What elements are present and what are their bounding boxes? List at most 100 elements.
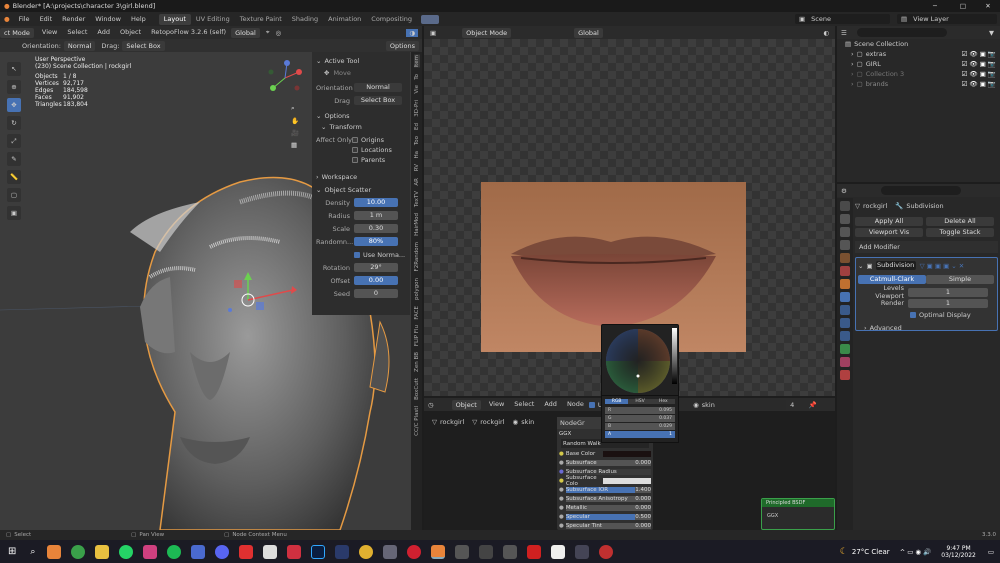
overlay-icon[interactable]: ◑ (406, 28, 418, 37)
menu-file[interactable]: File (14, 12, 35, 26)
clock[interactable]: 9:47 PM 03/12/2022 (941, 545, 976, 559)
tab-to[interactable]: To (414, 74, 420, 80)
delete-all-button[interactable]: Delete All (926, 216, 994, 226)
locations-checkbox[interactable] (352, 147, 358, 153)
tab-edit[interactable]: Ed (414, 123, 420, 130)
taskbar-app-icon-b[interactable] (479, 544, 494, 559)
taskbar-photoshop-icon[interactable] (311, 544, 326, 559)
cursor-tool-icon[interactable]: ⊕ (7, 80, 21, 94)
pin-icon[interactable]: 📌 (809, 401, 817, 409)
taskbar-search-icon[interactable]: ⌕ (30, 547, 35, 557)
blue-field[interactable]: B 0.029 (605, 423, 675, 430)
particles-tab-icon[interactable] (840, 305, 850, 315)
menu-render[interactable]: Render (57, 12, 90, 26)
tab-layout[interactable]: Layout (158, 14, 191, 25)
drag-field[interactable]: Select Box (354, 96, 402, 105)
levels-viewport-field[interactable]: 1 (908, 287, 988, 297)
tab-compositing[interactable]: Compositing (366, 14, 417, 25)
material-tab-icon[interactable] (840, 357, 850, 367)
seed-field[interactable]: 0 (354, 289, 398, 298)
color-wheel[interactable] (605, 328, 671, 394)
tab-polygon[interactable]: polygon (414, 278, 420, 300)
randomness-field[interactable]: 80% (354, 237, 398, 246)
tab-cc-plastic[interactable]: CC/C Plastl (414, 406, 420, 436)
node-menu-add[interactable]: Add (539, 398, 562, 411)
properties-type-icon[interactable]: ⚙ (841, 187, 847, 195)
blender-menu-icon[interactable]: ● (0, 15, 14, 23)
view-layer-selector[interactable]: ▤ View Layer (897, 14, 997, 24)
apply-all-button[interactable]: Apply All (855, 216, 923, 226)
outliner-item-girl[interactable]: › ▢ GIRL ☑ 👁 ▣ 📷 (837, 59, 1000, 69)
tab-textv[interactable]: TexTV (414, 191, 420, 207)
scale-field[interactable]: 0.30 (354, 224, 398, 233)
close-button[interactable]: ✕ (978, 0, 998, 12)
taskbar-instagram-icon[interactable] (143, 544, 158, 559)
tab-zen-bb[interactable]: Zen BB (414, 352, 420, 372)
image-tool-icon[interactable]: ▣ (7, 206, 21, 220)
object-tab-icon[interactable] (840, 279, 850, 289)
proportional-edit-icon[interactable]: ◎ (276, 29, 282, 37)
tab-item[interactable]: Item (413, 55, 420, 68)
offset-field[interactable]: 0.00 (354, 276, 398, 285)
taskbar-app-white-icon[interactable] (263, 544, 278, 559)
outliner-search[interactable] (856, 28, 947, 37)
measure-tool-icon[interactable]: 📏 (7, 170, 21, 184)
node-row-4[interactable]: ● Subsurface Anisotropy 0.000 (557, 494, 653, 503)
node-menu-view[interactable]: View (484, 398, 509, 411)
windows-start-icon[interactable]: ⊞ (8, 546, 16, 557)
tab-view[interactable]: Vie (414, 85, 420, 94)
taskbar-settings-icon[interactable] (575, 544, 590, 559)
color-picker-popup[interactable] (601, 324, 679, 396)
active-tool-header[interactable]: ⌄ Active Tool (316, 55, 406, 66)
render-tab-icon[interactable] (840, 214, 850, 224)
radius-field[interactable]: 1 m (354, 211, 398, 220)
scene-selector[interactable]: ▣ Scene (795, 14, 890, 24)
texture-tab-icon[interactable] (840, 370, 850, 380)
orientation-dropdown[interactable]: Normal (63, 40, 96, 51)
taskbar-app-grey-icon[interactable] (383, 544, 398, 559)
minimize-button[interactable]: ─ (925, 0, 945, 12)
toggle-stack-button[interactable]: Toggle Stack (926, 227, 994, 237)
tab-animation[interactable]: Animation (323, 14, 366, 25)
taskbar-explorer-icon[interactable] (95, 544, 110, 559)
catmull-clark-button[interactable]: Catmull-Clark (858, 274, 926, 284)
options-header[interactable]: ⌄ Options (316, 110, 406, 121)
rgb-tab[interactable]: RGB (605, 399, 629, 404)
snap-icon[interactable]: ⌖ (266, 28, 270, 37)
properties-search[interactable] (880, 186, 961, 195)
transform-orientation-dropdown[interactable]: Global (231, 27, 260, 38)
tab-f2random[interactable]: F2Random (414, 242, 420, 271)
taskbar-photoshop-express-icon[interactable] (191, 544, 206, 559)
workspace-header[interactable]: › Workspace (316, 171, 406, 182)
camera-icon[interactable]: 🎥 (291, 129, 303, 137)
node-editor-type-icon[interactable]: ◷ (428, 401, 434, 409)
tab-face[interactable]: FACE (414, 306, 420, 320)
taskbar-app-icon-c[interactable] (503, 544, 518, 559)
red-field[interactable]: R 0.095 (605, 407, 675, 414)
value-slider[interactable] (672, 328, 677, 384)
output-tab-icon[interactable] (840, 227, 850, 237)
node-object-dropdown[interactable]: Object (451, 399, 481, 410)
object-scatter-header[interactable]: ⌄ Object Scatter (316, 184, 406, 195)
tab-rv[interactable]: RV (414, 164, 420, 171)
taskbar-app-icon-e[interactable] (599, 544, 614, 559)
menu-edit[interactable]: Edit (35, 12, 58, 26)
scene-collection-row[interactable]: ▤ Scene Collection (837, 39, 1000, 49)
principled-bsdf-node[interactable]: Principled BSDF GGX (761, 498, 835, 530)
maximize-button[interactable]: □ (953, 0, 973, 12)
outliner-item-collection-3[interactable]: › ▢ Collection 3 ☑ 👁 ▣ 📷 (837, 69, 1000, 79)
tab-boxcutter[interactable]: BoxCutt (414, 378, 420, 400)
taskbar-app-icon-d[interactable] (551, 544, 566, 559)
mode-dropdown[interactable]: ct Mode (0, 27, 34, 38)
taskbar-acrobat-icon[interactable] (527, 544, 542, 559)
node-row-0[interactable]: ● Subsurface 0.000 (557, 458, 653, 467)
hsv-tab[interactable]: HSV (628, 399, 652, 404)
origins-checkbox[interactable] (352, 137, 358, 143)
viewport-vis-button[interactable]: Viewport Vis (855, 227, 923, 237)
base-color-row[interactable]: ● Base Color (557, 449, 653, 458)
workspace-extra-icon[interactable] (421, 14, 440, 24)
taskbar-opera-icon[interactable] (407, 544, 422, 559)
modifier-toggle-icons[interactable]: ▽ ▣ ▣ ▣ ⌄ ✕ (920, 262, 965, 270)
chevron-down-icon[interactable]: ⌄ (858, 262, 863, 270)
material-selector[interactable]: ◉ skin (690, 399, 787, 410)
